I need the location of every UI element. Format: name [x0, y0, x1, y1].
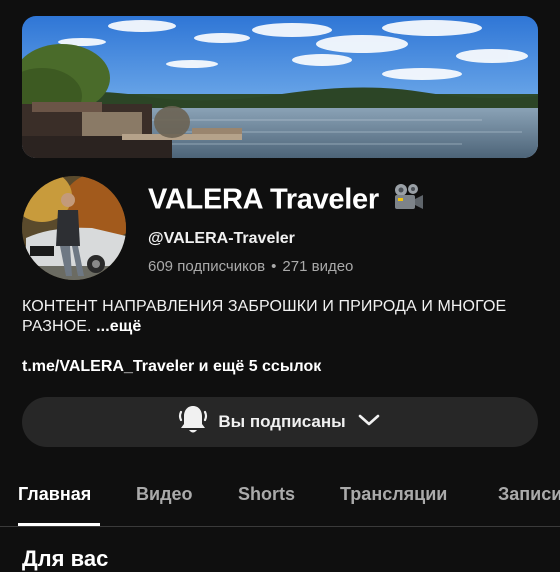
channel-tabs: Главная Видео Shorts Трансляции Записи	[0, 472, 560, 527]
tab-posts[interactable]: Записи	[498, 484, 560, 505]
movie-camera-icon	[389, 182, 425, 220]
stats-separator: •	[271, 258, 277, 275]
video-count: 271 видео	[282, 258, 354, 275]
active-tab-indicator	[18, 523, 100, 526]
subscribed-button-label: Вы подписаны	[218, 412, 346, 431]
tab-home[interactable]: Главная	[18, 484, 91, 505]
tab-videos[interactable]: Видео	[136, 484, 193, 505]
channel-avatar[interactable]	[22, 176, 126, 280]
avatar-image	[22, 176, 126, 280]
channel-name-text: VALERA Traveler	[148, 183, 379, 216]
tab-shorts[interactable]: Shorts	[238, 484, 295, 505]
description-text: КОНТЕНТ НАПРАВЛЕНИЯ ЗАБРОШКИ И ПРИРОДА И…	[22, 298, 507, 335]
channel-title: VALERA Traveler	[148, 182, 425, 220]
channel-banner[interactable]	[22, 16, 538, 158]
banner-image	[22, 16, 538, 158]
channel-handle: @VALERA-Traveler	[148, 230, 295, 247]
channel-description[interactable]: КОНТЕНТ НАПРАВЛЕНИЯ ЗАБРОШКИ И ПРИРОДА И…	[22, 297, 522, 337]
tab-live[interactable]: Трансляции	[340, 484, 447, 505]
subscribed-button[interactable]: Вы подписаны	[22, 397, 538, 447]
bell-icon	[178, 403, 208, 442]
channel-links[interactable]: t.me/VALERA_Traveler и ещё 5 ссылок	[22, 358, 321, 376]
subscriber-count: 609 подписчиков	[148, 258, 266, 275]
channel-stats: 609 подписчиков • 271 видео	[148, 258, 353, 275]
chevron-down-icon	[356, 410, 382, 435]
section-heading: Для вас	[22, 546, 109, 571]
description-more-link[interactable]: ...ещё	[96, 318, 141, 335]
